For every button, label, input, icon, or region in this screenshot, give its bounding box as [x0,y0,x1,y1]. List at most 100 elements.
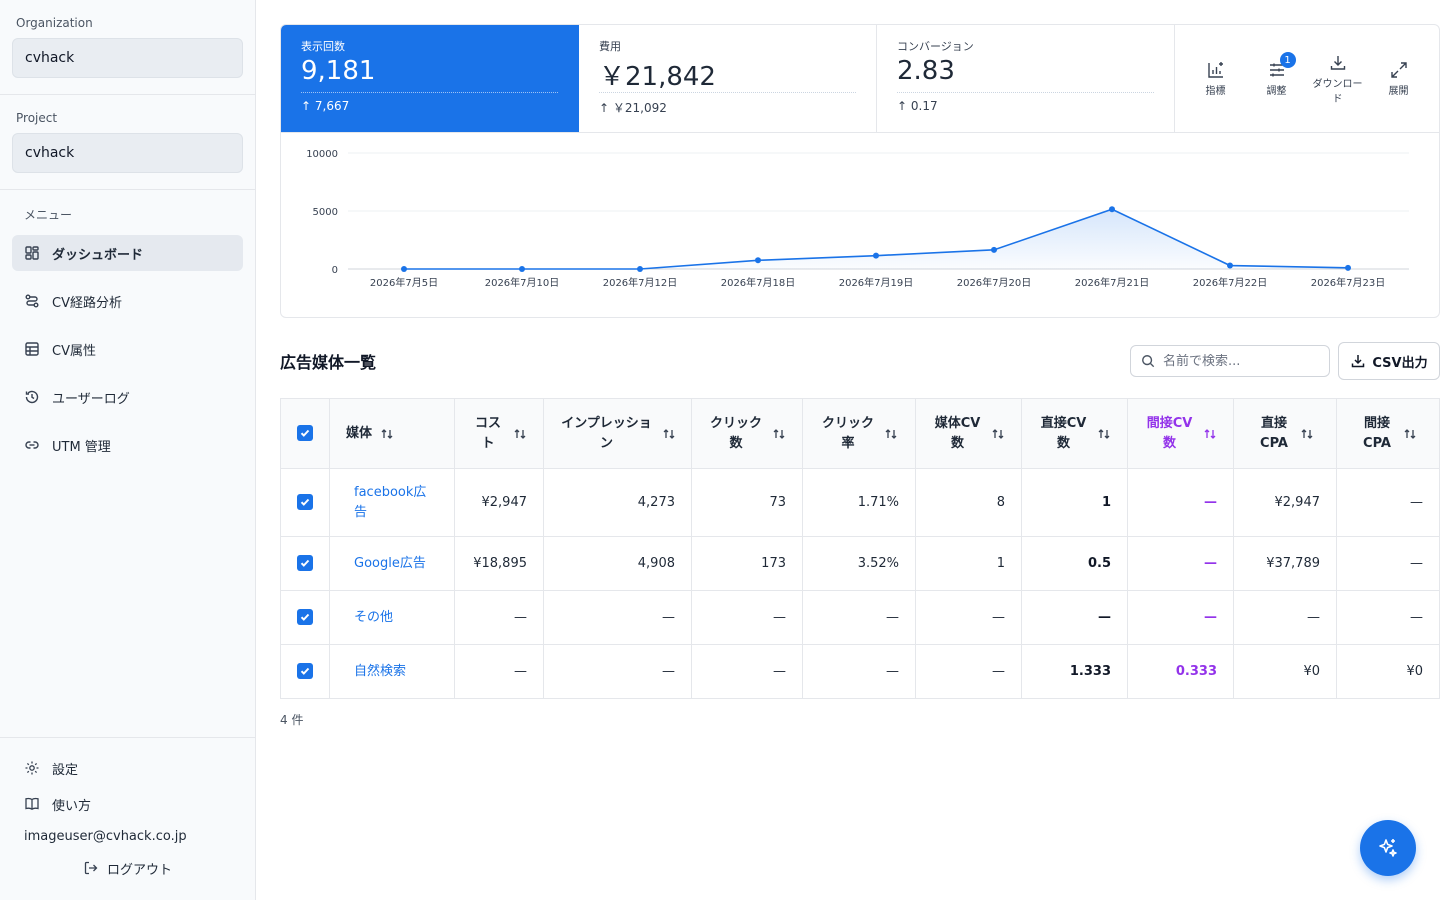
table-row: Google広告 ¥18,895 4,908 173 3.52% 1 0.5— ¥37,789… [280,536,1440,591]
col-ctr[interactable]: クリック率 [802,398,916,469]
col-impressions[interactable]: インプレッション [543,398,692,469]
col-indirect-cv[interactable]: 間接CV数 [1127,398,1234,469]
table-row: その他 — — — — — — — — — [280,590,1440,645]
select-all-cell [280,398,330,469]
sidebar-item-dashboard[interactable]: ダッシュボード [12,235,243,271]
check-icon [300,667,310,675]
sidebar-item-cv-route[interactable]: CV経路分析 [12,283,243,319]
sidebar-item-cv-attributes[interactable]: CV属性 [12,331,243,367]
cell-direct-cpa: ¥2,947 [1233,468,1337,537]
col-indirect-cpa[interactable]: 間接CPA [1336,398,1440,469]
data-point [1227,262,1233,269]
impressions-chart: 0 5000 10000 2026年7月5日 2026年7月10日 2026年7月12日 2… [281,133,1439,317]
row-checkbox[interactable] [297,662,313,679]
metric-cost[interactable]: 費用 ￥21,842 ↑ ￥21,092 [579,25,877,132]
logout-icon [84,861,98,875]
sidebar-item-help[interactable]: 使い方 [12,786,243,822]
chart-toolbar: 指標 1 調整 ダウンロード 展開 [1175,25,1439,132]
search-input[interactable] [1163,353,1313,369]
col-direct-cpa[interactable]: 直接CPA [1233,398,1337,469]
table-header-row: 媒体 コスト インプレッション クリック数 クリック率 媒体CV数 直接CV数 … [280,398,1440,469]
sidebar-menu: メニュー ダッシュボード CV経路分析 CV属性 ユーザーログ UTM 管理 [0,190,255,491]
download-tool-button[interactable]: ダウンロード [1313,53,1363,105]
media-link[interactable]: その他 [329,590,455,645]
row-checkbox[interactable] [297,554,313,571]
cell-direct-cv: 1 [1021,468,1128,537]
table-header: 広告媒体一覧 CSV出力 [280,342,1440,380]
cell-direct-cpa: — [1233,590,1337,645]
data-point [991,246,997,253]
expand-tool-button[interactable]: 展開 [1374,60,1424,97]
select-all-checkbox[interactable] [297,424,313,441]
sort-icon [992,428,1003,439]
organization-select[interactable]: cvhack [12,38,243,78]
sidebar: Organization cvhack Project cvhack メニュー … [0,0,256,900]
media-link[interactable]: facebook広告 [329,468,455,537]
search-box[interactable] [1130,345,1330,377]
sidebar-item-utm[interactable]: UTM 管理 [12,427,243,463]
row-checkbox[interactable] [297,608,313,625]
row-select-cell [280,590,330,645]
cell-cost: — [454,590,544,645]
col-media[interactable]: 媒体 [329,398,455,469]
col-clicks[interactable]: クリック数 [691,398,803,469]
csv-export-button[interactable]: CSV出力 [1338,342,1440,380]
cell-ctr: — [802,644,916,699]
cell-impressions: — [543,644,692,699]
organization-label: Organization [16,16,93,30]
metric-impressions[interactable]: 表示回数 9,181 ↑ 7,667 [281,25,579,132]
table-icon [25,342,39,356]
metrics-tool-button[interactable]: 指標 [1191,60,1241,97]
row-checkbox[interactable] [297,493,313,510]
data-point [1345,264,1351,271]
sidebar-item-user-log[interactable]: ユーザーログ [12,379,243,415]
metric-divider [897,92,1154,93]
column-label: 間接CPA [1363,415,1391,451]
dashboard-icon [25,246,39,260]
x-tick-label: 2026年7月12日 [603,276,678,289]
cell-indirect-cpa: ¥0 [1336,644,1440,699]
col-direct-cv[interactable]: 直接CV数 [1021,398,1128,469]
tool-label: 展開 [1388,86,1409,97]
chart-svg: 0 5000 10000 2026年7月5日 2026年7月10日 2026年7月12日 2… [306,149,1409,289]
col-media-cv[interactable]: 媒体CV数 [915,398,1022,469]
metric-conversions[interactable]: コンバージョン 2.83 ↑ 0.17 [877,25,1175,132]
cell-indirect-cpa: — [1336,536,1440,591]
book-icon [25,797,39,810]
column-label: 媒体CV数 [934,415,981,451]
check-icon [300,559,310,567]
project-select[interactable]: cvhack [12,133,243,173]
settings-label: 設定 [52,762,79,778]
cell-direct-cv: 0.5 [1021,536,1128,591]
y-tick-label: 0 [332,265,338,276]
x-tick-label: 2026年7月10日 [485,276,560,289]
cell-direct-cpa: ¥37,789 [1233,536,1337,591]
media-link[interactable]: 自然検索 [329,644,455,699]
ai-assistant-button[interactable] [1360,820,1416,876]
col-cost[interactable]: コスト [454,398,544,469]
search-icon [1142,355,1155,368]
sort-icon [514,428,526,439]
cell-direct-cpa: ¥0 [1233,644,1337,699]
metric-delta: ↑ ￥21,092 [599,101,667,115]
media-link[interactable]: Google広告 [329,536,455,591]
row-select-cell [280,468,330,537]
table-row: 自然検索 — — — — —1.333 0.333 ¥0 ¥0 [280,644,1440,699]
metric-delta: ↑ 7,667 [301,99,350,113]
metric-label: 費用 [599,40,621,53]
row-count: 4 件 [280,713,304,727]
cell-impressions: 4,908 [543,536,692,591]
cell-direct-cv: 1.333 [1021,644,1128,699]
y-tick-label: 10000 [306,149,338,160]
logout-label: ログアウト [106,862,172,878]
cell-indirect-cv: — [1127,468,1234,537]
x-tick-label: 2026年7月22日 [1193,276,1268,289]
logout-button[interactable]: ログアウト [12,850,243,886]
project-label: Project [16,111,58,125]
cell-media-cv: 1 [915,536,1022,591]
check-icon [300,429,310,437]
metric-delta: ↑ 0.17 [897,99,938,113]
adjust-tool-button[interactable]: 1 調整 [1252,52,1302,97]
metrics-card: 表示回数 9,181 ↑ 7,667 費用 ￥21,842 ↑ ￥21,092 … [280,24,1440,318]
sidebar-item-settings[interactable]: 設定 [12,750,243,786]
